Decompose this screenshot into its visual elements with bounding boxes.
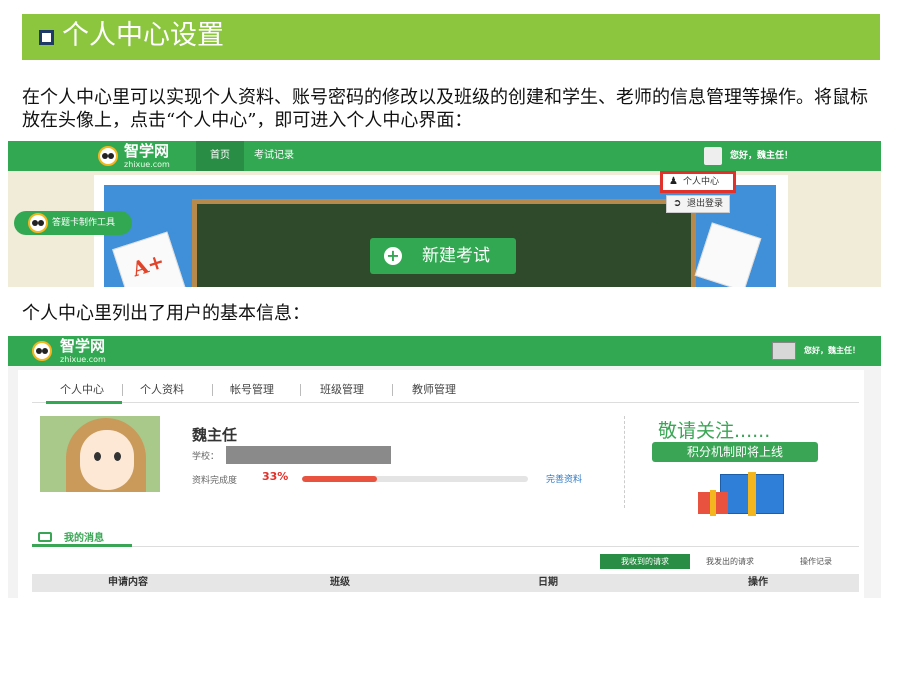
completion-percent: 33% xyxy=(262,470,289,483)
menu-item-label: 个人中心 xyxy=(683,177,720,187)
screenshot-homepage: 智学网 zhixue.com 首页 考试记录 您好，魏主任！ A+ + 新建考试… xyxy=(8,141,881,287)
completion-progress-fill xyxy=(302,476,377,482)
owl-logo-icon xyxy=(98,146,118,166)
avatar-face xyxy=(80,430,134,490)
logout-icon: ➲ xyxy=(673,198,682,209)
subtab-operation-log[interactable]: 操作记录 xyxy=(800,554,832,569)
new-exam-label: 新建考试 xyxy=(422,246,490,266)
profile-name: 魏主任 xyxy=(192,426,238,444)
subtab-received-requests[interactable]: 我收到的请求 xyxy=(600,554,690,569)
column-header-action: 操作 xyxy=(748,577,768,588)
slide-title: 个人中心设置 xyxy=(62,20,224,51)
nav-exam-records[interactable]: 考试记录 xyxy=(254,141,294,171)
column-header-date: 日期 xyxy=(538,577,558,588)
card-tool-button[interactable]: 答题卡制作工具 xyxy=(14,211,132,235)
gift-ribbon xyxy=(710,490,716,516)
menu-item-logout[interactable]: ➲ 退出登录 xyxy=(666,195,730,213)
user-greeting: 您好，魏主任！ xyxy=(804,346,860,355)
logo-subtext: zhixue.com xyxy=(124,160,170,169)
card-tool-label: 答题卡制作工具 xyxy=(52,218,116,228)
screenshot-personal-center: 智学网 zhixue.com 您好，魏主任！ 个人中心 个人资料 帐号管理 班级… xyxy=(8,336,881,598)
tab-account[interactable]: 帐号管理 xyxy=(230,378,274,402)
intro-paragraph: 在个人中心里可以实现个人资料、账号密码的修改以及班级的创建和学生、老师的信息管理… xyxy=(22,87,868,131)
promo-headline: 敬请关注...... xyxy=(658,420,771,442)
nav-home[interactable]: 首页 xyxy=(196,141,244,171)
plus-icon: + xyxy=(384,247,402,265)
logo-text[interactable]: 智学网 xyxy=(60,338,105,354)
tab-teacher[interactable]: 教师管理 xyxy=(412,378,456,402)
vertical-divider xyxy=(624,416,625,508)
owl-logo-icon xyxy=(32,341,52,361)
complete-profile-link[interactable]: 完善资料 xyxy=(546,472,582,485)
tab-separator xyxy=(122,384,123,396)
top-nav-bar: 智学网 zhixue.com 您好，魏主任！ xyxy=(8,336,881,366)
slide-title-bar: 个人中心设置 xyxy=(22,14,880,60)
profile-avatar[interactable] xyxy=(40,416,160,492)
menu-item-personal-center[interactable]: ♟ 个人中心 xyxy=(660,171,736,193)
avatar-eye xyxy=(94,452,101,461)
avatar-eye xyxy=(114,452,121,461)
menu-item-label: 退出登录 xyxy=(687,199,724,209)
logo-subtext: zhixue.com xyxy=(60,355,106,364)
school-value-redacted xyxy=(226,446,391,464)
user-icon: ♟ xyxy=(669,176,678,187)
completion-label: 资料完成度 xyxy=(192,476,238,486)
tab-divider xyxy=(32,402,859,403)
top-nav-bar: 智学网 zhixue.com 首页 考试记录 您好，魏主任！ xyxy=(8,141,881,171)
tab-class[interactable]: 班级管理 xyxy=(320,378,364,402)
new-exam-button[interactable]: + 新建考试 xyxy=(370,238,516,274)
completion-progress-bar xyxy=(302,476,528,482)
promo-banner: 积分机制即将上线 xyxy=(652,442,818,462)
tab-separator xyxy=(300,384,301,396)
avatar[interactable] xyxy=(704,147,722,165)
column-header-content: 申请内容 xyxy=(108,577,148,588)
messages-table-header: 申请内容 班级 日期 操作 xyxy=(32,574,859,592)
messages-active-indicator xyxy=(32,544,132,547)
messages-title[interactable]: 我的消息 xyxy=(64,529,104,544)
gift-ribbon xyxy=(748,472,756,516)
subtab-sent-requests[interactable]: 我发出的请求 xyxy=(706,554,754,569)
tab-personal-info[interactable]: 个人资料 xyxy=(140,378,184,402)
avatar[interactable] xyxy=(772,342,796,360)
tab-personal-center[interactable]: 个人中心 xyxy=(60,378,104,402)
active-tab-indicator xyxy=(46,401,122,404)
owl-logo-icon xyxy=(28,213,48,233)
logo-text[interactable]: 智学网 xyxy=(124,143,169,159)
column-header-class: 班级 xyxy=(330,577,350,588)
school-label: 学校： xyxy=(192,452,220,462)
intro2-paragraph: 个人中心里列出了用户的基本信息： xyxy=(22,303,310,324)
tab-separator xyxy=(392,384,393,396)
tab-separator xyxy=(212,384,213,396)
user-greeting: 您好，魏主任！ xyxy=(730,151,794,161)
message-icon xyxy=(38,532,52,542)
square-bullet-icon xyxy=(39,30,54,45)
messages-divider xyxy=(32,546,859,547)
